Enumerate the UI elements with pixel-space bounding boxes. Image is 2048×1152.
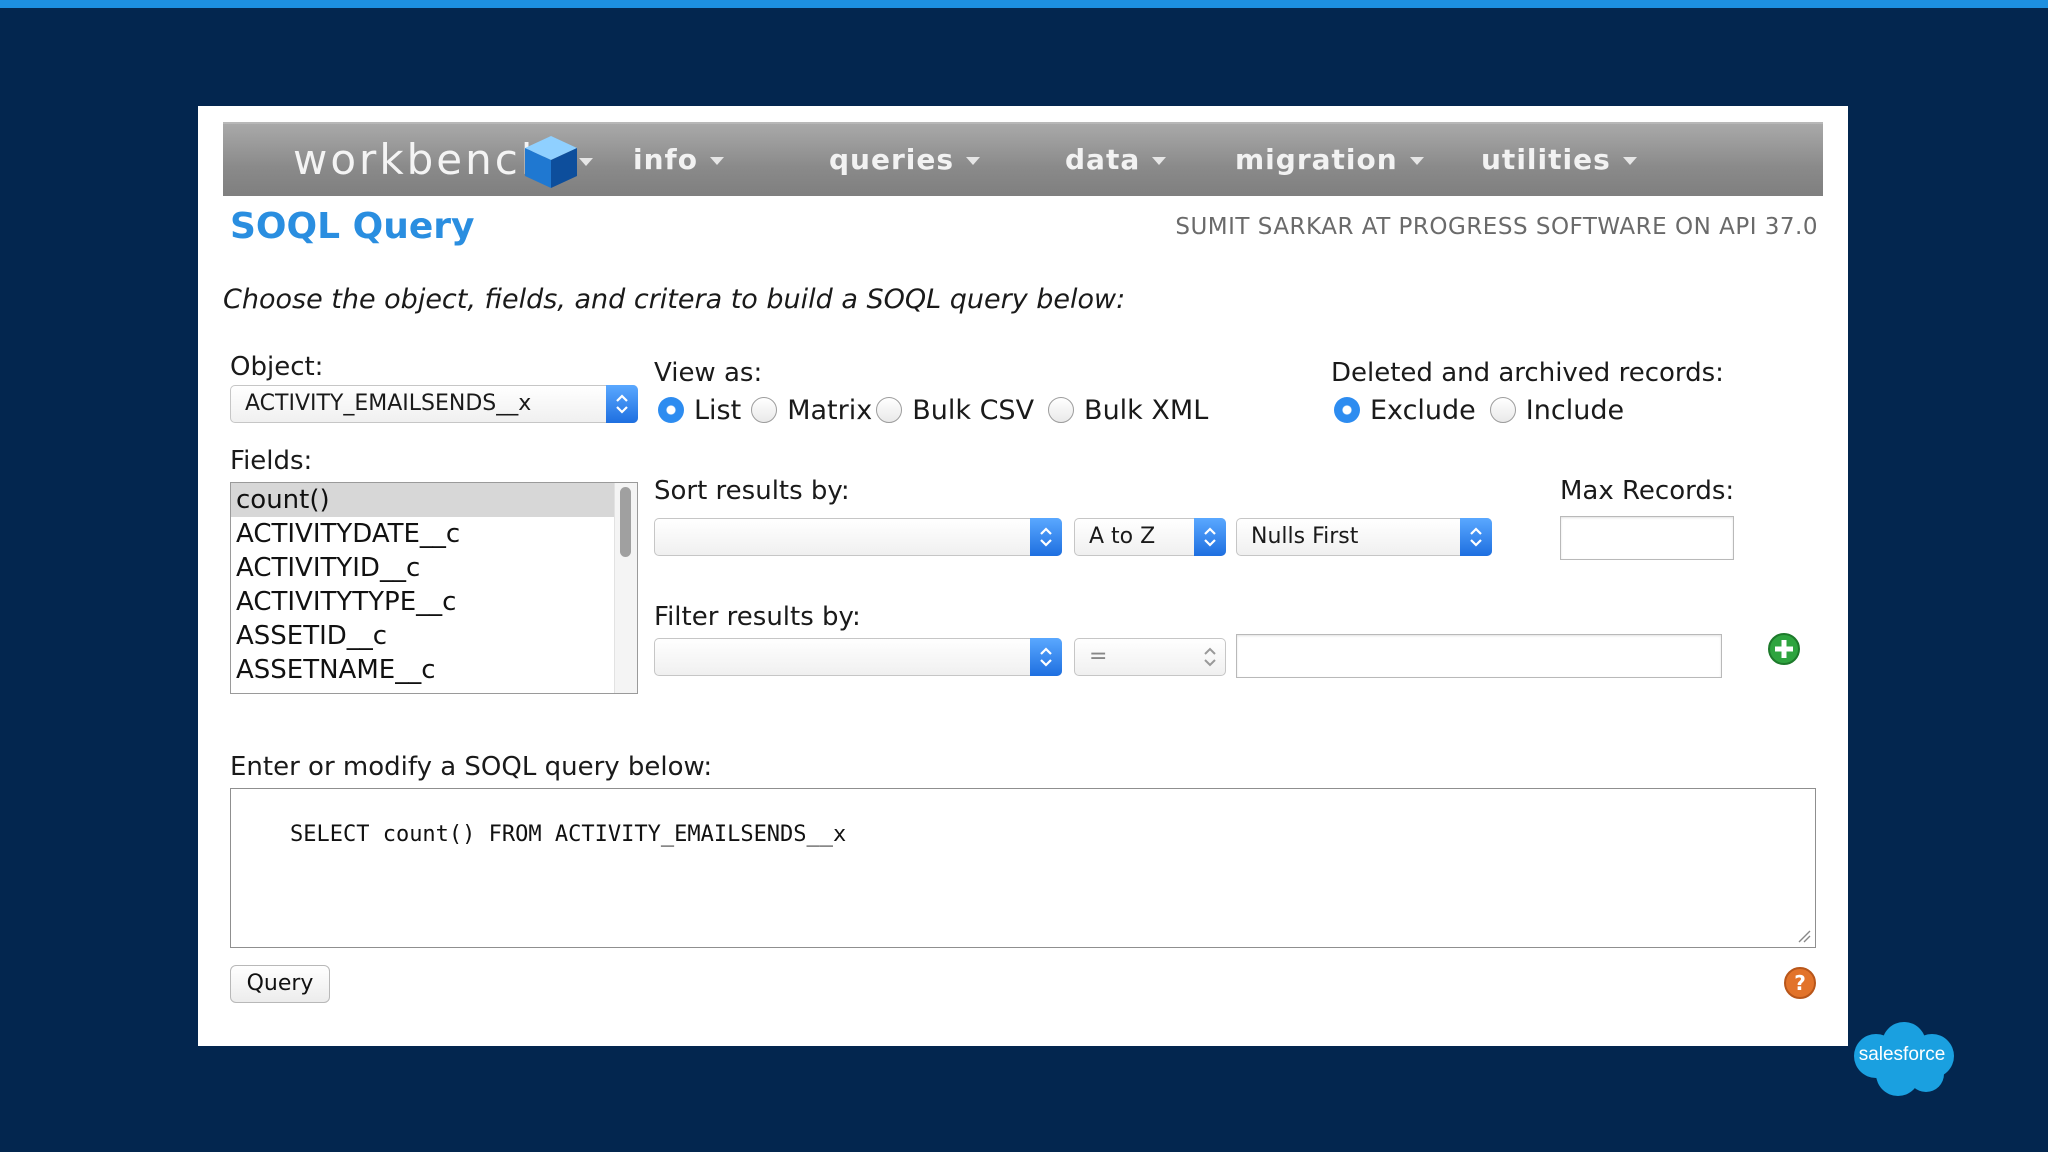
resize-grip-icon[interactable]: [1797, 929, 1811, 943]
help-icon[interactable]: ?: [1783, 966, 1817, 1000]
sort-direction-value: A to Z: [1089, 524, 1156, 549]
instructions-text: Choose the object, fields, and critera t…: [223, 284, 1126, 315]
radio-unchecked-icon: [751, 397, 778, 423]
fields-label: Fields:: [230, 446, 313, 476]
page-title: SOQL Query: [230, 206, 475, 247]
filter-operator-select[interactable]: =: [1074, 638, 1226, 676]
chevron-down-icon: [709, 157, 724, 165]
deleted-records-radio-group: Exclude Include: [1334, 394, 1638, 428]
chevron-down-icon: [1152, 157, 1167, 165]
filter-value-input[interactable]: [1236, 634, 1722, 678]
field-item[interactable]: ASSETID__c: [231, 619, 637, 653]
view-as-bulk-csv-radio[interactable]: Bulk CSV: [876, 394, 1034, 428]
sort-nulls-value: Nulls First: [1251, 524, 1359, 549]
select-arrows-icon: [1030, 638, 1062, 676]
sort-nulls-select[interactable]: Nulls First: [1236, 518, 1492, 556]
add-filter-icon[interactable]: [1767, 632, 1801, 666]
select-arrows-icon: [1460, 518, 1492, 556]
fields-scrollbar[interactable]: [614, 483, 637, 693]
exclude-radio[interactable]: Exclude: [1334, 394, 1476, 428]
view-as-label: View as:: [654, 358, 763, 388]
radio-checked-icon: [1334, 397, 1360, 423]
view-as-radio-group: List Matrix Bulk CSV Bulk XML: [658, 394, 1222, 428]
nav-bar: workbench info queries data migration ut…: [223, 122, 1823, 196]
cube-logo-icon: [525, 136, 577, 188]
view-as-bulk-xml-radio[interactable]: Bulk XML: [1048, 394, 1208, 428]
brand-logo-text[interactable]: workbench: [293, 130, 550, 190]
soql-query-textarea[interactable]: SELECT count() FROM ACTIVITY_EMAILSENDS_…: [230, 788, 1816, 948]
radio-checked-icon: [658, 397, 684, 423]
select-arrows-icon: [1194, 638, 1226, 676]
sort-label: Sort results by:: [654, 476, 850, 506]
sort-direction-select[interactable]: A to Z: [1074, 518, 1226, 556]
nav-data[interactable]: data: [1065, 138, 1167, 182]
brand-menu-caret-icon[interactable]: [579, 158, 593, 166]
top-accent-bar: [0, 0, 2048, 8]
select-arrows-icon: [1194, 518, 1226, 556]
field-item[interactable]: count(): [231, 483, 637, 517]
nav-info[interactable]: info: [633, 138, 724, 182]
fields-listbox[interactable]: count() ACTIVITYDATE__c ACTIVITYID__c AC…: [230, 482, 638, 694]
filter-operator-value: =: [1089, 644, 1108, 669]
soql-query-text: SELECT count() FROM ACTIVITY_EMAILSENDS_…: [289, 822, 847, 847]
svg-text:?: ?: [1794, 971, 1806, 995]
nav-utilities[interactable]: utilities: [1481, 138, 1637, 182]
include-radio[interactable]: Include: [1489, 394, 1624, 428]
salesforce-logo-text: salesforce: [1858, 1044, 1946, 1065]
object-label: Object:: [230, 352, 324, 382]
deleted-records-label: Deleted and archived records:: [1331, 358, 1724, 388]
radio-unchecked-icon: [876, 397, 903, 423]
select-arrows-icon: [606, 385, 638, 423]
select-arrows-icon: [1030, 518, 1062, 556]
field-item[interactable]: ASSETNAME__c: [231, 653, 637, 687]
max-records-label: Max Records:: [1560, 476, 1735, 506]
fields-scroll-thumb[interactable]: [620, 487, 631, 557]
view-as-matrix-radio[interactable]: Matrix: [751, 394, 872, 428]
chevron-down-icon: [966, 157, 981, 165]
chevron-down-icon: [1622, 157, 1637, 165]
object-select[interactable]: ACTIVITY_EMAILSENDS__x: [230, 385, 638, 423]
field-item[interactable]: ACTIVITYTYPE__c: [231, 585, 637, 619]
filter-label: Filter results by:: [654, 602, 861, 632]
nav-migration[interactable]: migration: [1235, 138, 1424, 182]
object-select-value: ACTIVITY_EMAILSENDS__x: [245, 391, 532, 416]
view-as-list-radio[interactable]: List: [658, 394, 741, 428]
query-label: Enter or modify a SOQL query below:: [230, 752, 713, 782]
user-info: SUMIT SARKAR AT PROGRESS SOFTWARE ON API…: [1175, 214, 1818, 240]
nav-queries[interactable]: queries: [829, 138, 981, 182]
chevron-down-icon: [1409, 157, 1424, 165]
radio-unchecked-icon: [1489, 397, 1516, 423]
field-item[interactable]: ACTIVITYDATE__c: [231, 517, 637, 551]
radio-unchecked-icon: [1048, 397, 1075, 423]
sort-field-select[interactable]: [654, 518, 1062, 556]
filter-field-select[interactable]: [654, 638, 1062, 676]
field-item[interactable]: ACTIVITYID__c: [231, 551, 637, 585]
max-records-input[interactable]: [1560, 516, 1734, 560]
query-button[interactable]: Query: [230, 965, 330, 1003]
workbench-panel: workbench info queries data migration ut…: [198, 106, 1848, 1046]
